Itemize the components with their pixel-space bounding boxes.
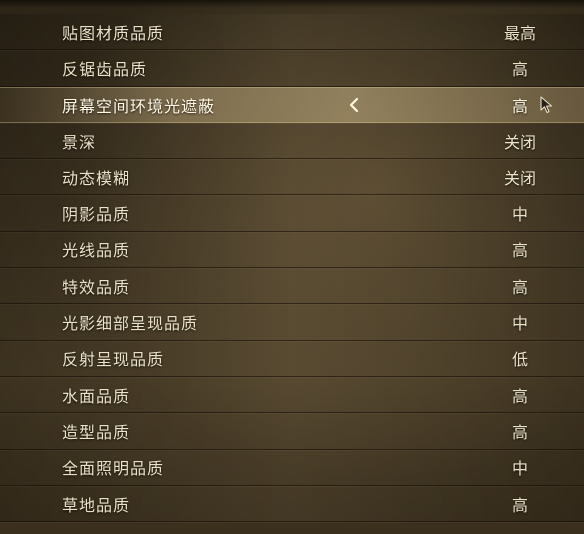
setting-label: 反射呈现品质 xyxy=(62,350,165,370)
setting-value[interactable]: 高 xyxy=(470,232,570,267)
setting-value[interactable]: 关闭 xyxy=(470,123,570,158)
setting-label: 光线品质 xyxy=(62,241,131,261)
setting-value[interactable]: 高 xyxy=(470,268,570,303)
setting-value[interactable]: 最高 xyxy=(470,14,570,49)
setting-label: 反锯齿品质 xyxy=(62,59,148,79)
setting-row-water-quality[interactable]: 水面品质 高 xyxy=(0,376,584,414)
setting-row-texture-quality[interactable]: 贴图材质品质 最高 xyxy=(0,14,584,51)
setting-value[interactable]: 低 xyxy=(470,341,570,376)
setting-row-reflection-quality[interactable]: 反射呈现品质 低 xyxy=(0,340,584,377)
setting-row-antialiasing-quality[interactable]: 反锯齿品质 高 xyxy=(0,50,584,87)
setting-value[interactable]: 高 xyxy=(470,486,570,521)
setting-row-motion-blur[interactable]: 动态模糊 关闭 xyxy=(0,159,584,196)
setting-label: 阴影品质 xyxy=(62,205,131,225)
setting-label: 特效品质 xyxy=(62,277,131,297)
setting-value[interactable]: 高 xyxy=(470,88,570,122)
setting-row-depth-of-field[interactable]: 景深 关闭 xyxy=(0,122,584,160)
setting-value[interactable]: 中 xyxy=(470,450,570,485)
top-shadow xyxy=(0,0,584,8)
setting-label: 贴图材质品质 xyxy=(62,23,165,43)
graphics-settings-screen: { "settings": [ {"label": "贴图材质品质", "val… xyxy=(0,0,584,534)
setting-label: 全面照明品质 xyxy=(62,459,165,479)
chevron-left-icon[interactable] xyxy=(344,88,364,122)
setting-value[interactable]: 关闭 xyxy=(470,159,570,194)
setting-value[interactable]: 高 xyxy=(470,50,570,85)
setting-label: 水面品质 xyxy=(62,386,131,406)
setting-value[interactable]: 中 xyxy=(470,304,570,339)
setting-value[interactable]: 中 xyxy=(470,195,570,230)
setting-row-shadow-quality[interactable]: 阴影品质 中 xyxy=(0,195,584,232)
setting-label: 造型品质 xyxy=(62,422,131,442)
setting-row-light-detail-quality[interactable]: 光影细部呈现品质 中 xyxy=(0,304,584,341)
setting-row-effects-quality[interactable]: 特效品质 高 xyxy=(0,268,584,305)
setting-label: 景深 xyxy=(62,132,97,152)
setting-row-ssao[interactable]: 屏幕空间环境光遮蔽 高 xyxy=(0,86,584,123)
setting-row-lighting-quality[interactable]: 光线品质 高 xyxy=(0,231,584,269)
graphics-settings-list: 贴图材质品质 最高 反锯齿品质 高 屏幕空间环境光遮蔽 高 景深 关闭 动态模糊… xyxy=(0,14,584,523)
setting-label: 光影细部呈现品质 xyxy=(62,314,199,334)
setting-label: 草地品质 xyxy=(62,495,131,515)
setting-value[interactable]: 高 xyxy=(470,377,570,412)
mouse-cursor-icon xyxy=(540,96,554,114)
setting-label: 屏幕空间环境光遮蔽 xyxy=(62,96,216,116)
setting-row-grass-quality[interactable]: 草地品质 高 xyxy=(0,485,584,523)
setting-row-global-illumination-quality[interactable]: 全面照明品质 中 xyxy=(0,449,584,486)
setting-row-model-quality[interactable]: 造型品质 高 xyxy=(0,413,584,450)
setting-label: 动态模糊 xyxy=(62,168,131,188)
setting-value[interactable]: 高 xyxy=(470,413,570,448)
